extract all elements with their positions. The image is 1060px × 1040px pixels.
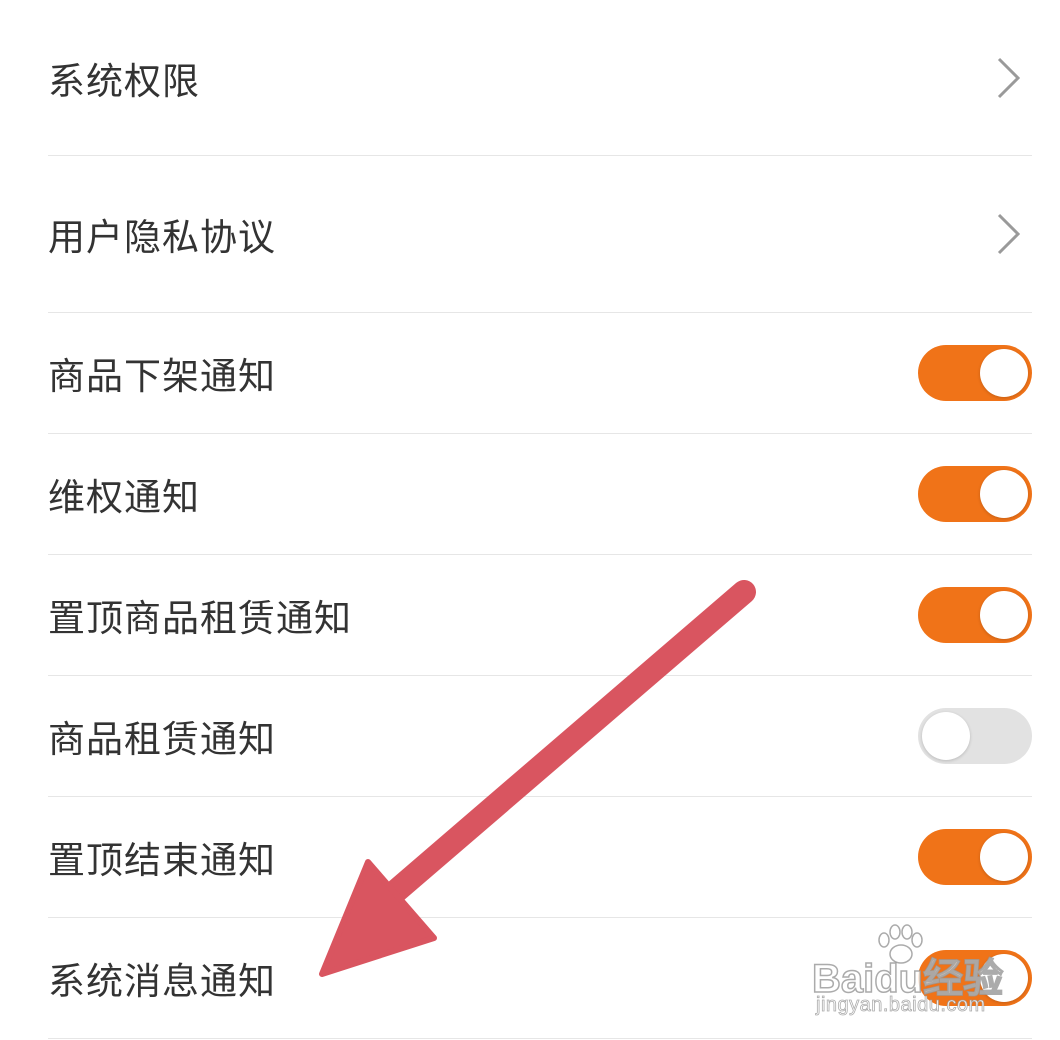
toggle-knob [980,591,1028,639]
toggle-knob [980,470,1028,518]
settings-row-privacy-agreement[interactable]: 用户隐私协议 [48,156,1032,313]
rental-notice-toggle[interactable] [918,708,1032,764]
rights-notice-toggle[interactable] [918,466,1032,522]
row-label: 系统权限 [48,59,200,103]
settings-row-pinned-rental-notice: 置顶商品租赁通知 [48,555,1032,676]
settings-row-rental-notice: 商品租赁通知 [48,676,1032,797]
row-label: 系统消息通知 [48,960,276,1003]
row-label: 用户隐私协议 [48,216,276,259]
row-label: 商品下架通知 [48,355,276,398]
pin-end-notice-toggle[interactable] [918,829,1032,885]
toggle-knob [980,349,1028,397]
pinned-rental-notice-toggle[interactable] [918,587,1032,643]
toggle-knob [980,833,1028,881]
chevron-right-icon [997,213,1021,255]
system-message-notice-toggle[interactable] [918,950,1032,1006]
delist-notice-toggle[interactable] [918,345,1032,401]
settings-row-pin-end-notice: 置顶结束通知 [48,797,1032,918]
row-label: 商品租赁通知 [48,718,276,761]
row-label: 置顶结束通知 [48,839,276,882]
settings-row-system-permission[interactable]: 系统权限 [48,0,1032,156]
row-label: 置顶商品租赁通知 [48,597,352,640]
chevron-right-icon [997,57,1021,98]
settings-row-rights-notice: 维权通知 [48,434,1032,555]
toggle-knob [980,954,1028,1002]
row-label: 维权通知 [48,476,200,519]
settings-row-delist-notice: 商品下架通知 [48,313,1032,434]
settings-row-system-message-notice: 系统消息通知 [48,918,1032,1039]
toggle-knob [922,712,970,760]
